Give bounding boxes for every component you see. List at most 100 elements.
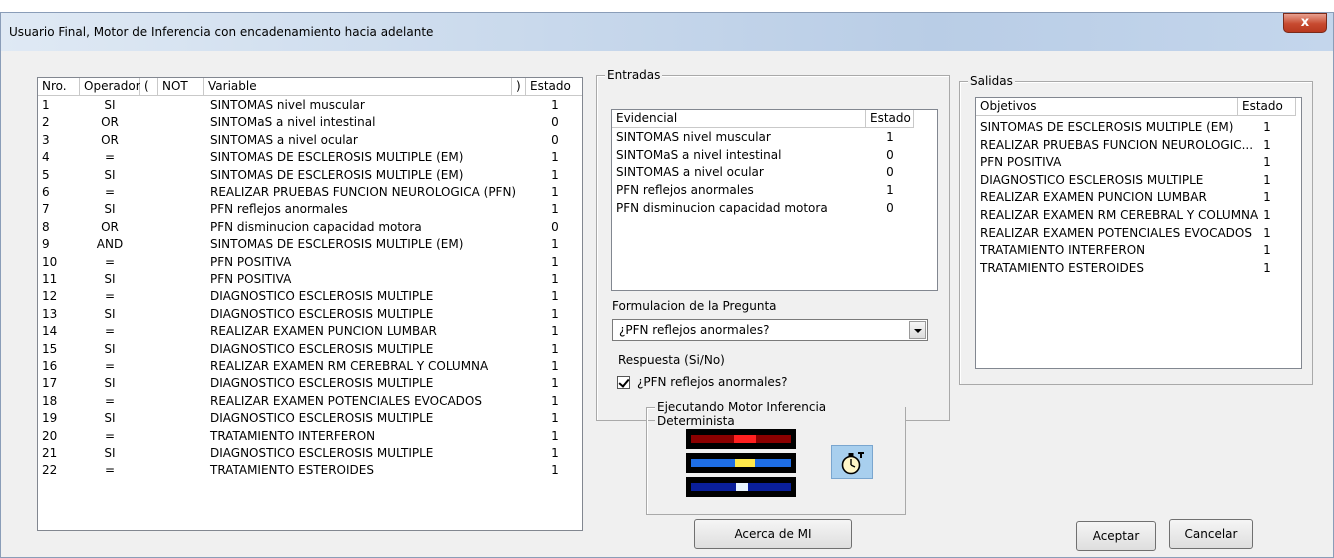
table-row[interactable]: 9 AND SINTOMAS DE ESCLEROSIS MULTIPLE (EM)… bbox=[38, 236, 582, 253]
rule-variable: PFN POSITIVA bbox=[210, 272, 292, 286]
col-header-not[interactable]: NOT bbox=[158, 78, 204, 96]
rule-variable: SINTOMAS DE ESCLEROSIS MULTIPLE (EM) bbox=[210, 150, 464, 165]
rule-operator: = bbox=[104, 324, 116, 339]
progress-bar-blue bbox=[686, 453, 796, 473]
list-item[interactable]: PFN disminucion capacidad motora 0 bbox=[612, 200, 937, 217]
table-row[interactable]: 16 = REALIZAR EXAMEN RM CEREBRAL Y COLUMNA… bbox=[38, 358, 582, 375]
list-item[interactable]: SINTOMAS DE ESCLEROSIS MULTIPLE (EM) 1 bbox=[976, 119, 1301, 136]
objetivo-estado: 1 bbox=[1263, 260, 1271, 275]
table-row[interactable]: 13 SI DIAGNOSTICO ESCLEROSIS MULTIPLE 1 bbox=[38, 306, 582, 323]
objetivo-estado: 1 bbox=[1263, 155, 1271, 170]
col-header-objetivos[interactable]: Objetivos bbox=[976, 98, 1238, 116]
table-row[interactable]: 8 OR PFN disminucion capacidad motora 0 bbox=[38, 219, 582, 236]
list-item[interactable]: DIAGNOSTICO ESCLEROSIS MULTIPLE 1 bbox=[976, 172, 1301, 189]
title-bar[interactable]: Usuario Final, Motor de Inferencia con e… bbox=[1, 13, 1333, 51]
accept-button[interactable]: Aceptar bbox=[1076, 521, 1156, 551]
table-row[interactable]: 12 = DIAGNOSTICO ESCLEROSIS MULTIPLE 1 bbox=[38, 288, 582, 305]
rule-variable: SINTOMAS DE ESCLEROSIS MULTIPLE (EM) bbox=[210, 167, 464, 182]
rule-estado: 1 bbox=[551, 428, 559, 443]
table-row[interactable]: 21 SI DIAGNOSTICO ESCLEROSIS MULTIPLE 1 bbox=[38, 445, 582, 462]
rule-variable: REALIZAR PRUEBAS FUNCION NEUROLOGICA (PF… bbox=[210, 185, 517, 199]
table-row[interactable]: 22 = TRATAMIENTO ESTEROIDES 1 bbox=[38, 462, 582, 479]
table-row[interactable]: 15 SI DIAGNOSTICO ESCLEROSIS MULTIPLE 1 bbox=[38, 341, 582, 358]
col-header-close-paren[interactable]: ) bbox=[512, 78, 526, 96]
rule-operator: = bbox=[104, 428, 116, 443]
rule-nro: 4 bbox=[42, 150, 50, 165]
table-row[interactable]: 2 OR SINTOMaS a nivel intestinal 0 bbox=[38, 114, 582, 131]
list-item[interactable]: SINTOMAS a nivel ocular 0 bbox=[612, 164, 937, 181]
list-item[interactable]: TRATAMIENTO ESTEROIDES 1 bbox=[976, 260, 1301, 277]
list-item[interactable]: REALIZAR EXAMEN RM CEREBRAL Y COLUMNA 1 bbox=[976, 207, 1301, 224]
rule-variable: TRATAMIENTO ESTEROIDES bbox=[210, 463, 374, 478]
rule-operator: SI bbox=[104, 167, 116, 182]
table-row[interactable]: 5 SI SINTOMAS DE ESCLEROSIS MULTIPLE (EM) 1 bbox=[38, 167, 582, 184]
rule-variable: SINTOMAS nivel muscular bbox=[210, 98, 365, 112]
rule-estado: 1 bbox=[551, 167, 559, 182]
evidencial-list[interactable]: Evidencial Estado SINTOMAS nivel muscula… bbox=[611, 109, 938, 291]
rule-variable: REALIZAR EXAMEN POTENCIALES EVOCADOS bbox=[210, 393, 482, 408]
list-item[interactable]: SINTOMAS nivel muscular 1 bbox=[612, 129, 937, 146]
table-row[interactable]: 1 SI SINTOMAS nivel muscular 1 bbox=[38, 97, 582, 114]
table-row[interactable]: 14 = REALIZAR EXAMEN PUNCION LUMBAR 1 bbox=[38, 323, 582, 340]
rules-list[interactable]: Nro. Operador ( NOT Variable ) Estado 1 S… bbox=[37, 77, 583, 531]
list-item[interactable]: REALIZAR PRUEBAS FUNCION NEUROLOGIC... 1 bbox=[976, 137, 1301, 154]
table-row[interactable]: 7 SI PFN reflejos anormales 1 bbox=[38, 201, 582, 218]
rule-variable: PFN reflejos anormales bbox=[210, 202, 348, 217]
rule-estado: 0 bbox=[551, 132, 559, 147]
list-item[interactable]: REALIZAR EXAMEN PUNCION LUMBAR 1 bbox=[976, 189, 1301, 206]
col-header-open-paren[interactable]: ( bbox=[140, 78, 158, 96]
rule-nro: 6 bbox=[42, 185, 50, 199]
list-item[interactable]: PFN POSITIVA 1 bbox=[976, 154, 1301, 171]
rule-nro: 14 bbox=[42, 324, 58, 339]
table-row[interactable]: 3 OR SINTOMAS a nivel ocular 0 bbox=[38, 132, 582, 149]
objetivo-name: REALIZAR EXAMEN POTENCIALES EVOCADOS bbox=[980, 225, 1252, 240]
col-header-estado[interactable]: Estado bbox=[866, 110, 914, 128]
rule-variable: TRATAMIENTO INTERFERON bbox=[210, 428, 376, 443]
chevron-down-icon[interactable] bbox=[909, 321, 926, 339]
objetivos-list[interactable]: Objetivos Estado SINTOMAS DE ESCLEROSIS … bbox=[975, 97, 1302, 369]
objetivo-name: REALIZAR PRUEBAS FUNCION NEUROLOGIC... bbox=[980, 137, 1254, 152]
rule-estado: 1 bbox=[551, 376, 559, 391]
col-header-operador[interactable]: Operador bbox=[80, 78, 141, 96]
col-header-nro[interactable]: Nro. bbox=[38, 78, 80, 96]
table-row[interactable]: 10 = PFN POSITIVA 1 bbox=[38, 254, 582, 271]
table-row[interactable]: 6 = REALIZAR PRUEBAS FUNCION NEUROLOGICA (… bbox=[38, 184, 582, 201]
pregunta-select[interactable]: ¿PFN reflejos anormales? bbox=[612, 319, 928, 341]
rule-operator: = bbox=[104, 393, 116, 408]
respuesta-checkbox[interactable] bbox=[617, 376, 630, 389]
col-header-evidencial[interactable]: Evidencial bbox=[612, 110, 866, 128]
about-button[interactable]: Acerca de MI bbox=[694, 519, 852, 549]
progress-bar-red bbox=[686, 429, 796, 449]
rule-variable: SINTOMaS a nivel intestinal bbox=[210, 115, 376, 130]
close-button[interactable]: x bbox=[1283, 13, 1327, 33]
list-item[interactable]: PFN reflejos anormales 1 bbox=[612, 182, 937, 199]
table-row[interactable]: 17 SI DIAGNOSTICO ESCLEROSIS MULTIPLE 1 bbox=[38, 375, 582, 392]
table-row[interactable]: 19 SI DIAGNOSTICO ESCLEROSIS MULTIPLE 1 bbox=[38, 410, 582, 427]
evidencial-name: PFN reflejos anormales bbox=[616, 183, 754, 198]
col-header-variable[interactable]: Variable bbox=[204, 78, 512, 96]
table-row[interactable]: 11 SI PFN POSITIVA 1 bbox=[38, 271, 582, 288]
list-item[interactable]: SINTOMaS a nivel intestinal 0 bbox=[612, 147, 937, 164]
evidencial-estado: 1 bbox=[886, 130, 894, 144]
cancel-button[interactable]: Cancelar bbox=[1169, 519, 1253, 549]
rule-nro: 18 bbox=[42, 393, 58, 408]
rule-variable: REALIZAR EXAMEN RM CEREBRAL Y COLUMNA bbox=[210, 359, 489, 373]
col-header-estado[interactable]: Estado bbox=[526, 78, 582, 96]
rule-estado: 1 bbox=[551, 150, 559, 165]
evidencial-name: SINTOMAS nivel muscular bbox=[616, 130, 771, 144]
objetivo-name: TRATAMIENTO ESTEROIDES bbox=[980, 260, 1144, 275]
objetivo-estado: 1 bbox=[1263, 208, 1271, 222]
table-row[interactable]: 4 = SINTOMAS DE ESCLEROSIS MULTIPLE (EM) 1 bbox=[38, 149, 582, 166]
respuesta-checkbox-label[interactable]: ¿PFN reflejos anormales? bbox=[637, 375, 787, 389]
stopwatch-icon[interactable] bbox=[831, 445, 873, 479]
rule-operator: OR bbox=[101, 115, 119, 130]
table-row[interactable]: 20 = TRATAMIENTO INTERFERON 1 bbox=[38, 428, 582, 445]
table-row[interactable]: 18 = REALIZAR EXAMEN POTENCIALES EVOCADOS 1 bbox=[38, 393, 582, 410]
rule-variable: DIAGNOSTICO ESCLEROSIS MULTIPLE bbox=[210, 306, 434, 321]
rule-nro: 10 bbox=[42, 254, 58, 269]
col-header-estado[interactable]: Estado bbox=[1238, 98, 1296, 116]
list-item[interactable]: TRATAMIENTO INTERFERON 1 bbox=[976, 242, 1301, 259]
list-item[interactable]: REALIZAR EXAMEN POTENCIALES EVOCADOS 1 bbox=[976, 225, 1301, 242]
rule-nro: 22 bbox=[42, 463, 58, 478]
objetivo-name: REALIZAR EXAMEN RM CEREBRAL Y COLUMNA bbox=[980, 208, 1259, 222]
